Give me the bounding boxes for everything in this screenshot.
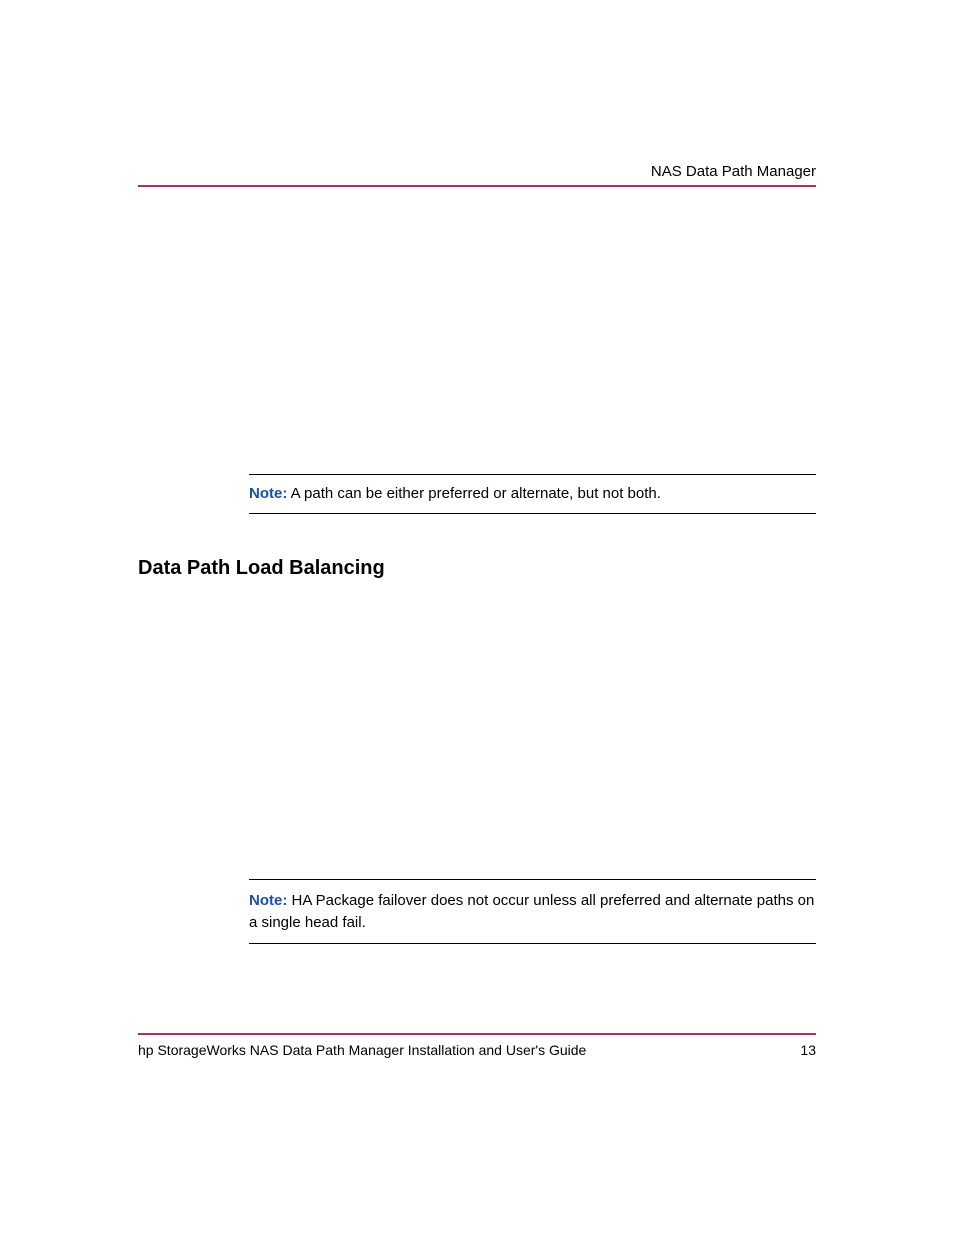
- note-text: A path can be either preferred or altern…: [287, 485, 661, 502]
- footer: hp StorageWorks NAS Data Path Manager In…: [138, 1042, 816, 1058]
- note-text: HA Package failover does not occur unles…: [249, 892, 814, 931]
- note-box-2: Note: HA Package failover does not occur…: [249, 879, 816, 944]
- page-number: 13: [800, 1042, 816, 1058]
- document-page: NAS Data Path Manager Note: A path can b…: [0, 0, 954, 1235]
- footer-rule: [138, 1033, 816, 1035]
- running-header: NAS Data Path Manager: [651, 163, 816, 180]
- note-label: Note:: [249, 892, 287, 909]
- note-label: Note:: [249, 485, 287, 502]
- footer-left: hp StorageWorks NAS Data Path Manager In…: [138, 1042, 586, 1058]
- content-area: Note: A path can be either preferred or …: [138, 185, 816, 1035]
- note-box-1: Note: A path can be either preferred or …: [249, 474, 816, 514]
- section-heading: Data Path Load Balancing: [138, 557, 385, 580]
